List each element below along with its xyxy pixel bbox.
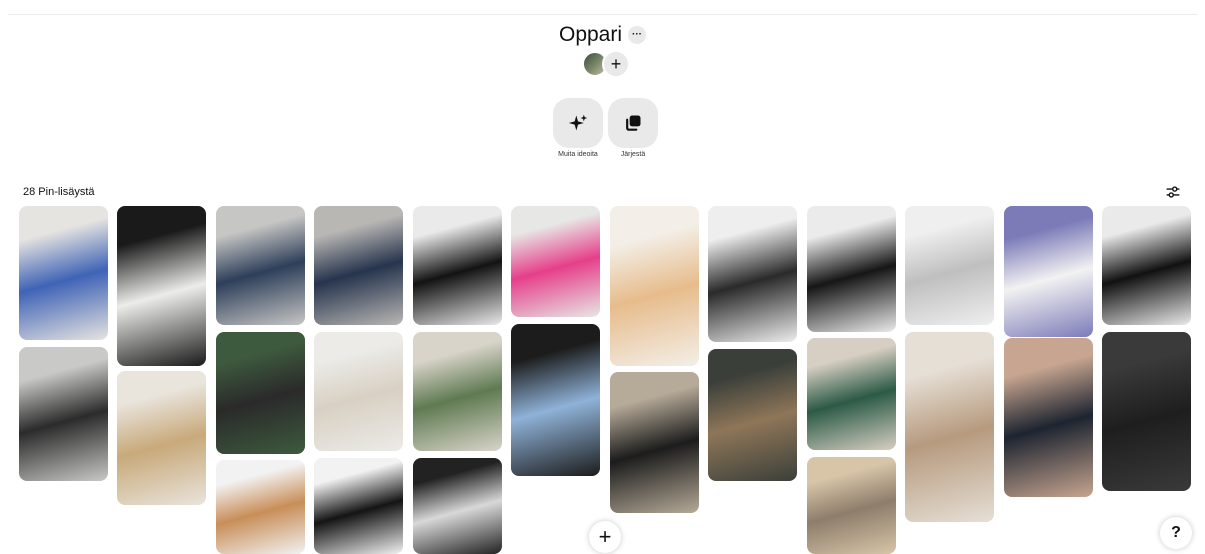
pin-card[interactable] [1102,206,1191,325]
pin-image [1004,338,1093,497]
pin-card[interactable] [314,206,403,325]
pin-image [807,338,896,450]
pin-image [807,457,896,554]
pin-image [216,332,305,454]
organize-button[interactable] [608,98,658,148]
pin-card[interactable] [1102,332,1191,491]
pin-card[interactable] [413,206,502,325]
pin-card[interactable] [1004,338,1093,497]
pin-image [905,332,994,522]
pin-card[interactable] [807,206,896,332]
pin-image [19,347,108,481]
pin-card[interactable] [117,206,206,366]
more-ideas-action: Muita ideoita [553,98,603,158]
pin-card[interactable] [216,206,305,325]
organize-action: Järjestä [608,98,658,158]
pin-card[interactable] [511,324,600,476]
pin-count: 28 Pin-lisäystä [23,186,95,198]
pin-image [905,206,994,325]
pin-image [610,206,699,366]
top-divider [8,14,1197,15]
board-title-row: Oppari ··· [558,21,647,49]
pin-image [610,372,699,513]
plus-icon: + [610,54,622,74]
add-collaborator-button[interactable]: + [602,50,630,78]
pin-image [216,206,305,325]
pin-card[interactable] [117,371,206,505]
pin-card[interactable] [216,460,305,554]
pin-image [117,371,206,505]
question-mark-icon: ? [1171,524,1181,541]
board-title: Oppari [558,23,623,46]
pin-image [1004,206,1093,337]
pin-card[interactable] [413,458,502,554]
pin-card[interactable] [807,338,896,450]
pin-image [19,206,108,340]
pin-card[interactable] [1004,206,1093,337]
create-pin-button[interactable]: + [589,521,621,553]
pin-image [413,458,502,554]
pin-card[interactable] [19,347,108,481]
organize-label: Järjestä [620,151,646,158]
board-header: Oppari ··· [0,21,1205,49]
pin-image [117,206,206,366]
organize-icon [626,115,641,131]
pin-card[interactable] [610,372,699,513]
plus-icon: + [598,524,612,549]
pin-card[interactable] [314,332,403,451]
more-options-button[interactable]: ··· [628,26,647,44]
more-horizontal-icon: ··· [632,29,643,40]
pin-card[interactable] [19,206,108,340]
pin-image [216,460,305,554]
pin-card[interactable] [807,457,896,554]
pin-card[interactable] [511,206,600,317]
pin-image [413,332,502,451]
more-ideas-button[interactable] [553,98,603,148]
pin-image [1102,206,1191,325]
pin-image [511,324,600,476]
pin-image [413,206,502,325]
pin-card[interactable] [314,458,403,554]
collaborators: + [582,50,630,78]
pin-image [1102,332,1191,491]
pin-card[interactable] [413,332,502,451]
pin-image [314,332,403,451]
pin-image [314,458,403,554]
filter-sliders-icon [1166,186,1180,198]
help-button[interactable]: ? [1160,517,1192,549]
pin-image [314,206,403,325]
pin-image [708,349,797,481]
pin-card[interactable] [905,206,994,325]
pin-card[interactable] [216,332,305,454]
filter-button[interactable] [1164,183,1182,201]
pin-image [708,206,797,342]
pin-image [807,206,896,332]
pin-card[interactable] [905,332,994,522]
pin-image [511,206,600,317]
pin-card[interactable] [610,206,699,366]
pin-card[interactable] [708,349,797,481]
sparkle-icon [568,114,588,131]
pin-card[interactable] [708,206,797,342]
